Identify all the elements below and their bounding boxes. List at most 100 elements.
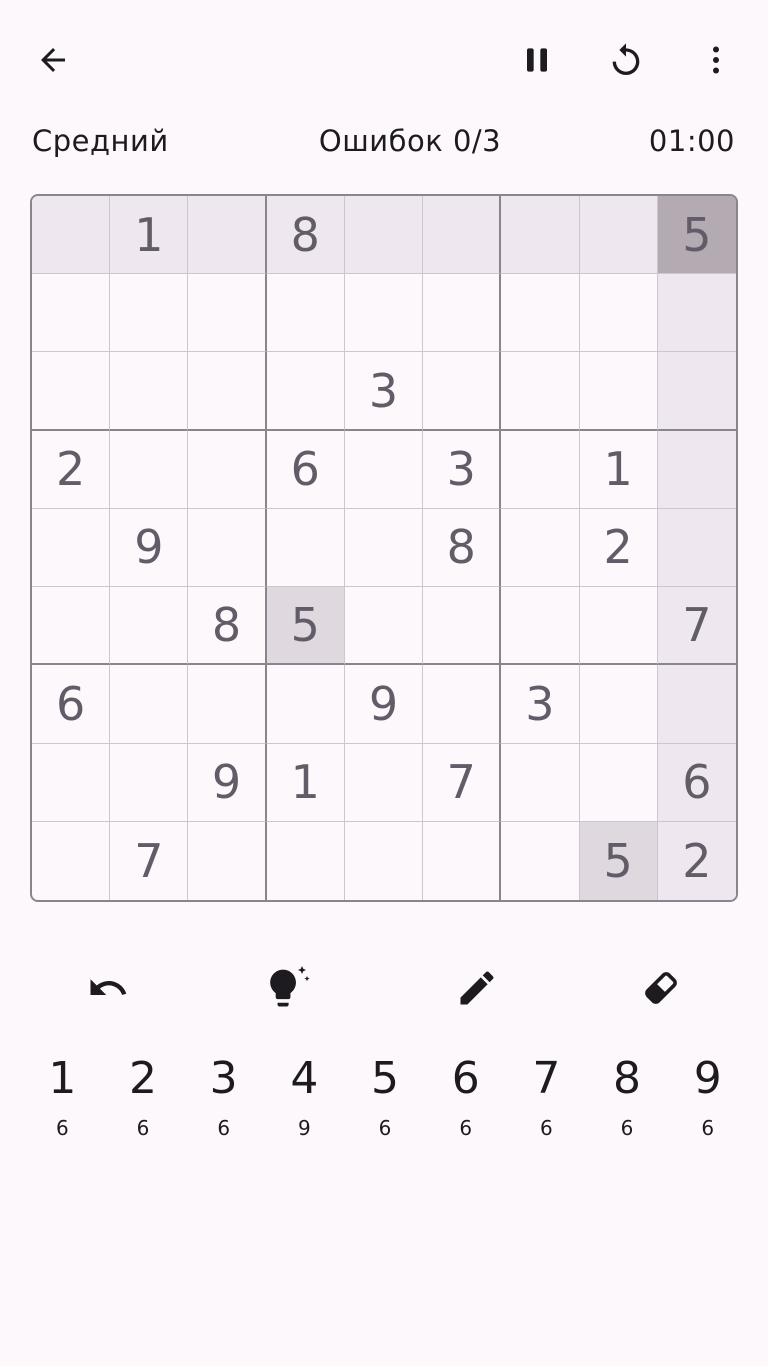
sudoku-cell[interactable]	[344, 430, 424, 509]
sudoku-cell[interactable]	[344, 587, 424, 666]
sudoku-cell[interactable]: 9	[344, 665, 424, 744]
sudoku-cell[interactable]	[266, 274, 345, 353]
sudoku-cell[interactable]	[110, 274, 189, 353]
restart-button[interactable]	[602, 36, 650, 84]
sudoku-cell[interactable]	[657, 352, 736, 431]
sudoku-cell[interactable]	[344, 196, 424, 275]
sudoku-cell[interactable]	[579, 352, 658, 431]
more-options-button[interactable]	[692, 36, 740, 84]
sudoku-cell[interactable]	[345, 821, 424, 900]
sudoku-cell[interactable]: 5	[657, 196, 736, 275]
sudoku-cell[interactable]: 7	[423, 743, 502, 822]
sudoku-cell[interactable]: 1	[266, 743, 345, 822]
sudoku-cell[interactable]: 2	[32, 430, 111, 509]
sudoku-cell[interactable]	[344, 743, 424, 822]
sudoku-cell[interactable]	[423, 196, 502, 275]
sudoku-cell[interactable]	[188, 665, 267, 744]
sudoku-cell[interactable]	[501, 430, 580, 509]
sudoku-cell[interactable]: 1	[110, 196, 189, 275]
sudoku-cell[interactable]: 3	[423, 430, 502, 509]
sudoku-cell[interactable]	[501, 352, 580, 431]
sudoku-cell[interactable]	[657, 274, 736, 353]
numpad-key[interactable]: 86	[587, 1050, 668, 1150]
sudoku-cell[interactable]	[188, 508, 267, 588]
sudoku-cell[interactable]	[32, 274, 111, 353]
sudoku-cell[interactable]	[110, 665, 189, 744]
sudoku-cell[interactable]	[110, 430, 189, 509]
sudoku-cell[interactable]	[657, 508, 736, 588]
pause-button[interactable]	[513, 36, 561, 84]
sudoku-cell[interactable]: 2	[657, 821, 736, 900]
sudoku-cell[interactable]	[501, 196, 580, 275]
sudoku-cell[interactable]	[423, 821, 502, 900]
sudoku-cell[interactable]	[579, 743, 658, 822]
numpad-key[interactable]: 66	[425, 1050, 506, 1150]
sudoku-cell[interactable]	[266, 508, 345, 588]
back-button[interactable]	[29, 36, 77, 84]
sudoku-cell[interactable]	[501, 821, 580, 900]
eraser-button[interactable]	[633, 960, 689, 1016]
sudoku-cell[interactable]: 8	[266, 196, 345, 275]
undo-button[interactable]	[80, 960, 136, 1016]
sudoku-cell[interactable]	[657, 665, 736, 744]
sudoku-cell[interactable]	[32, 743, 111, 822]
sudoku-cell[interactable]: 3	[344, 352, 424, 431]
sudoku-cell[interactable]	[657, 430, 736, 509]
sudoku-cell[interactable]	[32, 508, 111, 588]
sudoku-cell[interactable]	[423, 587, 502, 666]
sudoku-cell[interactable]: 9	[188, 743, 267, 822]
pencil-icon	[460, 971, 494, 1005]
sudoku-cell[interactable]	[32, 821, 111, 900]
sudoku-cell[interactable]	[267, 821, 345, 900]
sudoku-cell[interactable]	[344, 508, 424, 588]
sudoku-cell[interactable]	[110, 352, 189, 431]
sudoku-cell[interactable]	[423, 352, 502, 431]
sudoku-cell[interactable]	[32, 352, 111, 431]
sudoku-cell[interactable]	[579, 196, 658, 275]
sudoku-cell[interactable]: 6	[32, 665, 111, 744]
sudoku-cell[interactable]	[110, 587, 189, 666]
sudoku-cell[interactable]: 8	[423, 508, 502, 588]
sudoku-cell[interactable]: 8	[188, 587, 267, 666]
numpad-key[interactable]: 56	[345, 1050, 426, 1150]
numpad-remaining-count: 6	[136, 1116, 150, 1140]
numpad-key[interactable]: 16	[22, 1050, 103, 1150]
sudoku-cell[interactable]	[501, 743, 580, 822]
sudoku-cell[interactable]	[266, 352, 345, 431]
sudoku-cell[interactable]	[579, 587, 658, 666]
numpad-key[interactable]: 96	[667, 1050, 748, 1150]
sudoku-cell[interactable]: 9	[110, 508, 189, 588]
sudoku-cell[interactable]	[188, 274, 267, 353]
sudoku-cell[interactable]	[32, 196, 111, 275]
sudoku-cell[interactable]: 7	[110, 821, 189, 900]
sudoku-cell[interactable]	[32, 587, 111, 666]
sudoku-cell[interactable]: 3	[501, 665, 580, 744]
sudoku-cell[interactable]: 1	[579, 430, 658, 509]
numpad-key[interactable]: 26	[103, 1050, 184, 1150]
sudoku-cell[interactable]	[579, 665, 658, 744]
sudoku-cell[interactable]: 7	[657, 587, 736, 666]
sudoku-cell[interactable]	[110, 743, 189, 822]
sudoku-cell[interactable]	[501, 508, 580, 588]
sudoku-cell[interactable]	[188, 821, 267, 900]
pencil-button[interactable]	[449, 960, 505, 1016]
sudoku-cell[interactable]	[188, 352, 267, 431]
numpad-key[interactable]: 49	[264, 1050, 345, 1150]
sudoku-cell[interactable]: 6	[657, 743, 736, 822]
sudoku-cell[interactable]	[188, 430, 267, 509]
sudoku-cell[interactable]	[423, 665, 502, 744]
sudoku-cell[interactable]: 5	[579, 821, 658, 900]
sudoku-cell[interactable]: 6	[266, 430, 345, 509]
numpad-key[interactable]: 36	[183, 1050, 264, 1150]
sudoku-cell[interactable]	[423, 274, 502, 353]
sudoku-cell[interactable]: 5	[266, 587, 345, 666]
sudoku-cell[interactable]	[266, 665, 345, 744]
sudoku-cell[interactable]	[188, 196, 267, 275]
sudoku-cell[interactable]	[344, 274, 424, 353]
sudoku-cell[interactable]	[501, 587, 580, 666]
hint-button[interactable]	[260, 960, 316, 1016]
sudoku-cell[interactable]	[501, 274, 580, 353]
sudoku-cell[interactable]: 2	[579, 508, 658, 588]
sudoku-cell[interactable]	[579, 274, 658, 353]
numpad-key[interactable]: 76	[506, 1050, 587, 1150]
